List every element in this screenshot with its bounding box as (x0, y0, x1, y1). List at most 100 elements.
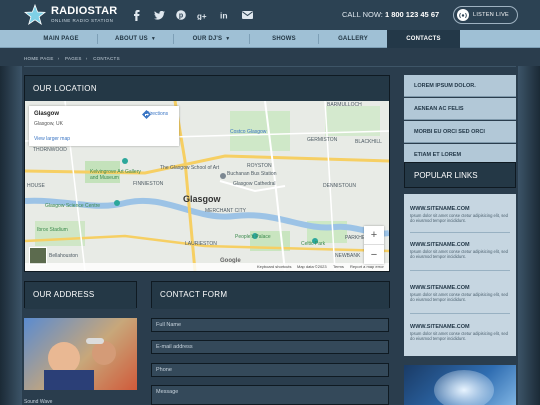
map-label: HOUSE (27, 183, 45, 189)
popular-link-title[interactable]: WWW.SITENAME.COM (410, 242, 510, 248)
nav-about-us[interactable]: ABOUT US ▼ (98, 30, 173, 48)
address-title: OUR ADDRESS (33, 290, 95, 299)
address-header: OUR ADDRESS (25, 282, 136, 309)
contact-title: CONTACT FORM (160, 290, 228, 299)
pinterest-icon[interactable]: p (174, 8, 188, 22)
sidebar-link[interactable]: MORBI EU ORCI SED ORCI (404, 121, 516, 143)
map-label: Glasgow Cathedral (233, 181, 276, 187)
svg-text:g+: g+ (197, 12, 207, 20)
map-label: BLACKHILL (355, 139, 382, 145)
view-larger-map-link[interactable]: View larger map (34, 136, 70, 142)
svg-text:p: p (179, 13, 183, 20)
nav-shows[interactable]: SHOWS (250, 30, 318, 48)
nav-label: MAIN PAGE (43, 36, 79, 42)
popular-link-item: WWW.SITENAME.COM Ipsum dolor sit amet co… (410, 242, 510, 259)
linkedin-icon[interactable]: in (218, 8, 232, 22)
nav-gallery[interactable]: GALLERY (319, 30, 387, 48)
google-map[interactable]: BARMULLOCH Costco Glasgow GERMISTON BLAC… (25, 101, 389, 271)
decor-microphone-right (518, 66, 540, 405)
location-header: OUR LOCATION (25, 76, 389, 102)
directions-button[interactable]: Directions (142, 110, 172, 132)
facebook-icon[interactable] (130, 8, 144, 22)
call-label: CALL NOW: (342, 10, 383, 19)
call-now: CALL NOW: 1 800 123 45 67 (342, 10, 439, 19)
mail-icon[interactable] (240, 8, 254, 22)
decor-microphone-left (0, 66, 22, 405)
zoom-in-button[interactable]: + (364, 226, 384, 245)
zoom-out-button[interactable]: − (364, 245, 384, 264)
address-panel: OUR ADDRESS (24, 281, 137, 309)
phone-number[interactable]: 1 800 123 45 67 (385, 10, 439, 19)
map-label: Glasgow Science Centre (45, 203, 101, 209)
popular-link-item: WWW.SITENAME.COM Ipsum dolor sit amet co… (410, 324, 510, 341)
map-label: Ibrox Stadium (37, 227, 68, 233)
popular-link-desc: Ipsum dolor sit amet conse ctetur adipis… (410, 292, 508, 302)
map-label: LAURIESTON (185, 241, 217, 247)
radio-signal-icon (457, 9, 469, 21)
breadcrumb-separator: › (57, 56, 60, 61)
phone-field[interactable]: Phone (151, 363, 389, 377)
sidebar-link[interactable]: AENEAN AC FELIS (404, 98, 516, 120)
nav-main-page[interactable]: MAIN PAGE (25, 30, 97, 48)
listen-live-button[interactable]: LISTEN LIVE (453, 6, 518, 24)
top-header: RADIOSTAR ONLINE RADIO STATION p g+ in C… (0, 0, 540, 30)
breadcrumb: HOME PAGE › PAGES › CONTACTS (24, 56, 124, 61)
popular-link-title[interactable]: WWW.SITENAME.COM (410, 206, 510, 212)
message-field[interactable]: Message (151, 385, 389, 405)
keyboard-shortcuts-link[interactable]: Keyboard shortcuts (257, 264, 291, 269)
popular-links-list: WWW.SITENAME.COM Ipsum dolor sit amet co… (404, 194, 516, 356)
main-nav: MAIN PAGE ABOUT US ▼ OUR DJ'S ▼ SHOWS GALL… (0, 30, 540, 48)
divider (410, 270, 510, 271)
map-label: DENNISTOUN (323, 183, 356, 189)
full-name-field[interactable]: Full Name (151, 318, 389, 332)
report-error-link[interactable]: Report a map error (350, 264, 384, 269)
map-data-label: Map data ©2023 (297, 264, 327, 269)
nav-label: CONTACTS (406, 36, 441, 42)
site-logo[interactable]: RADIOSTAR ONLINE RADIO STATION (24, 4, 144, 26)
directions-icon (142, 110, 151, 119)
social-links: p g+ in (130, 8, 254, 22)
google-plus-icon[interactable]: g+ (196, 8, 210, 22)
map-label: The Glasgow School of Art (160, 165, 220, 171)
breadcrumb-home[interactable]: HOME PAGE (24, 56, 54, 61)
map-label: Buchanan Bus Station (227, 171, 277, 177)
nav-our-djs[interactable]: OUR DJ'S ▼ (174, 30, 249, 48)
divider (410, 313, 510, 314)
star-logo-icon (24, 4, 46, 25)
stage-light (434, 370, 494, 405)
map-label: NEWBANK (335, 253, 361, 259)
breadcrumb-separator: › (85, 56, 88, 61)
sidebar-link[interactable]: LOREM IPSUM DOLOR. (404, 75, 516, 97)
breadcrumb-pages[interactable]: PAGES (65, 56, 82, 61)
contact-panel: CONTACT FORM (151, 281, 390, 309)
logo-name: RADIOSTAR (51, 5, 118, 17)
twitter-icon[interactable] (152, 8, 166, 22)
map-place-address: Glasgow, UK (34, 121, 63, 127)
popular-link-desc: Ipsum dolor sit amet conse ctetur adipis… (410, 213, 508, 223)
map-label: Bellahouston (49, 253, 78, 259)
nav-label: SHOWS (272, 36, 296, 42)
email-field[interactable]: E-mail address (151, 340, 389, 354)
sidebar-links: LOREM IPSUM DOLOR. AENEAN AC FELIS MORBI… (404, 75, 516, 167)
popular-link-item: WWW.SITENAME.COM Ipsum dolor sit amet co… (410, 206, 510, 223)
map-city-label: Glasgow (183, 194, 221, 204)
popular-link-title[interactable]: WWW.SITENAME.COM (410, 285, 510, 291)
chevron-down-icon: ▼ (150, 36, 157, 42)
phone-placeholder: Phone (156, 367, 172, 373)
listen-live-label: LISTEN LIVE (473, 12, 510, 18)
map-label: BARMULLOCH (327, 102, 362, 108)
contact-header: CONTACT FORM (152, 282, 389, 309)
map-label: ROYSTON (247, 163, 272, 169)
divider (24, 66, 516, 67)
nav-label: GALLERY (338, 36, 368, 42)
map-zoom-control: + − (364, 226, 384, 264)
popular-links-header: POPULAR LINKS (404, 162, 516, 188)
map-info-card: Glasgow Glasgow, UK View larger map Dire… (29, 106, 179, 146)
popular-links-title: POPULAR LINKS (414, 171, 478, 180)
map-label: Costco Glasgow (230, 129, 267, 135)
nav-contacts[interactable]: CONTACTS (387, 30, 460, 48)
location-title: OUR LOCATION (33, 84, 97, 93)
terms-link[interactable]: Terms (333, 264, 344, 269)
popular-link-title[interactable]: WWW.SITENAME.COM (410, 324, 510, 330)
address-caption: Sound Wave (24, 399, 53, 405)
